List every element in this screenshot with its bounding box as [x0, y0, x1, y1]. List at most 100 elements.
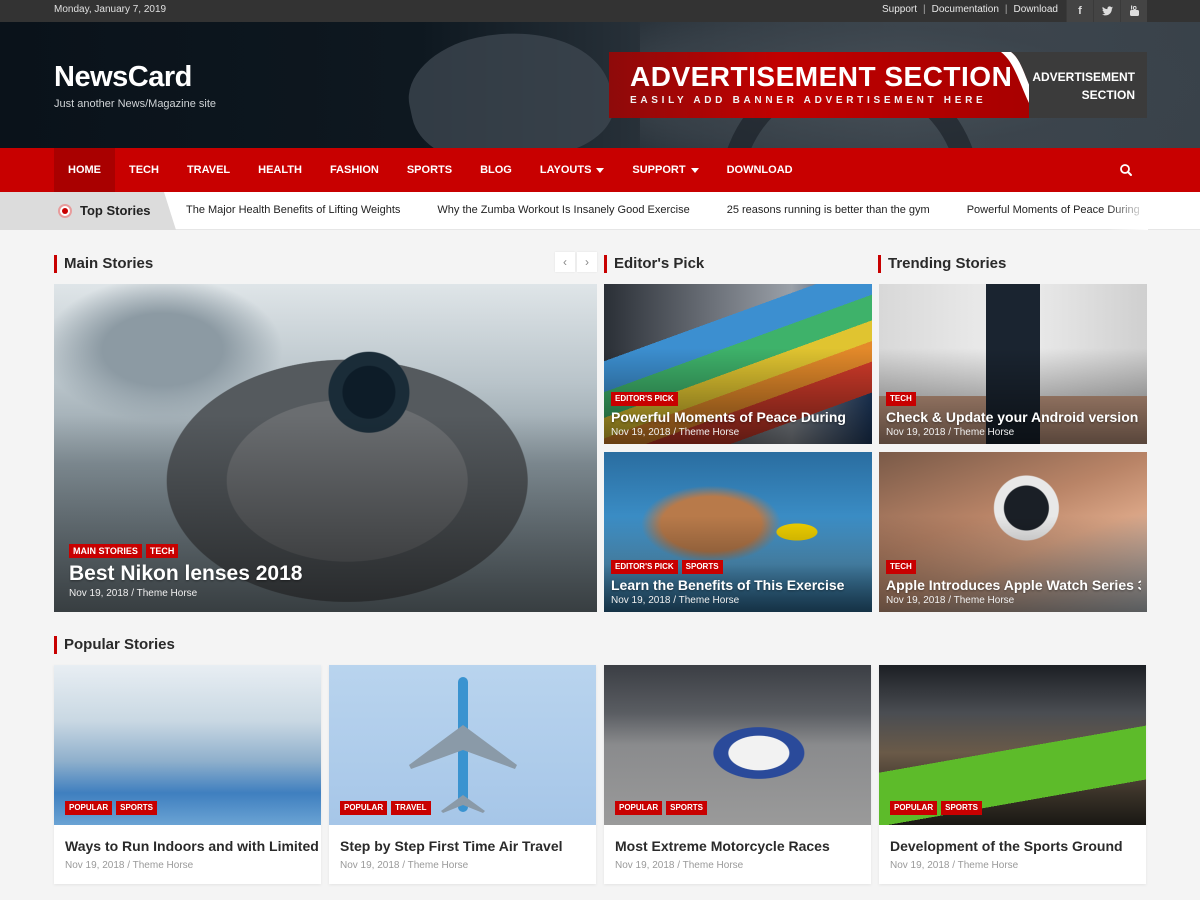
editors-pick-card[interactable]: EDITOR'S PICK SPORTS Learn the Benefits …: [604, 452, 872, 612]
caret-down-icon: [690, 167, 699, 173]
story-title[interactable]: Most Extreme Motorcycle Races: [615, 838, 830, 854]
trending-card[interactable]: TECH Apple Introduces Apple Watch Series…: [879, 452, 1147, 612]
category-tag[interactable]: POPULAR: [615, 801, 663, 815]
nav-item-layouts[interactable]: LAYOUTS: [526, 148, 619, 192]
slider-controls: ‹ ›: [555, 252, 597, 272]
slider-prev-button[interactable]: ‹: [555, 252, 575, 272]
facebook-icon[interactable]: f: [1066, 0, 1093, 22]
story-meta: Nov 19, 2018 / Theme Horse: [615, 860, 744, 871]
top-bar: Monday, January 7, 2019 Support | Docume…: [0, 0, 1200, 22]
category-tag[interactable]: TRAVEL: [391, 801, 431, 815]
caret-down-icon: [596, 167, 605, 173]
top-link-support[interactable]: Support: [882, 4, 917, 15]
nav-label: LAYOUTS: [539, 164, 592, 176]
editors-pick-card[interactable]: EDITOR'S PICK Powerful Moments of Peace …: [604, 284, 872, 444]
popular-story-card[interactable]: POPULAR SPORTS Ways to Run Indoors and w…: [54, 665, 321, 884]
tag-list: POPULAR TRAVEL: [340, 801, 431, 815]
ad-side-line: SECTION: [1081, 88, 1135, 102]
popular-story-card[interactable]: POPULAR SPORTS Most Extreme Motorcycle R…: [604, 665, 871, 884]
trending-card[interactable]: TECH Check & Update your Android version…: [879, 284, 1147, 444]
tag-list: MAIN STORIES TECH: [69, 544, 591, 558]
category-tag[interactable]: SPORTS: [666, 801, 708, 815]
story-meta: Nov 19, 2018 / Theme Horse: [886, 427, 1015, 438]
section-heading-editors-pick: Editor's Pick: [604, 255, 704, 273]
main-story-card[interactable]: MAIN STORIES TECH Best Nikon lenses 2018…: [54, 284, 597, 612]
nav-label: TECH: [129, 164, 159, 176]
story-title[interactable]: Step by Step First Time Air Travel: [340, 838, 563, 854]
nav-label: SUPPORT: [632, 164, 686, 176]
nav-item-health[interactable]: HEALTH: [244, 148, 316, 192]
advertisement-banner[interactable]: ADVERTISEMENT SECTION EASILY ADD BANNER …: [609, 52, 1147, 118]
story-title[interactable]: Learn the Benefits of This Exercise: [611, 577, 866, 594]
ad-side-panel: ADVERTISEMENT SECTION: [1029, 52, 1147, 118]
category-tag[interactable]: EDITOR'S PICK: [611, 560, 678, 574]
search-icon[interactable]: [1118, 162, 1134, 178]
current-date: Monday, January 7, 2019: [54, 4, 167, 15]
story-title[interactable]: Development of the Sports Ground: [890, 838, 1123, 854]
site-title[interactable]: NewsCard: [54, 61, 216, 94]
story-meta: Nov 19, 2018 / Theme Horse: [69, 588, 198, 599]
nav-item-support[interactable]: SUPPORT: [618, 148, 712, 192]
ad-swoosh-decoration: [999, 52, 1029, 103]
category-tag[interactable]: TECH: [886, 560, 916, 574]
slider-next-button[interactable]: ›: [577, 252, 597, 272]
story-meta: Nov 19, 2018 / Theme Horse: [611, 427, 740, 438]
category-tag[interactable]: TECH: [145, 544, 179, 558]
twitter-icon[interactable]: [1093, 0, 1120, 22]
nav-item-fashion[interactable]: FASHION: [316, 148, 393, 192]
category-tag[interactable]: SPORTS: [941, 801, 983, 815]
nav-label: FASHION: [329, 164, 379, 176]
story-title[interactable]: Best Nikon lenses 2018: [69, 561, 591, 587]
category-tag[interactable]: EDITOR'S PICK: [611, 392, 678, 406]
story-title[interactable]: Ways to Run Indoors and with Limited: [65, 838, 319, 854]
category-tag[interactable]: POPULAR: [890, 801, 938, 815]
category-tag[interactable]: MAIN STORIES: [69, 544, 142, 558]
ticker-item[interactable]: 25 reasons running is better than the gy…: [727, 204, 930, 216]
nav-item-sports[interactable]: SPORTS: [393, 148, 466, 192]
story-caption: TECH Apple Introduces Apple Watch Series…: [886, 560, 1141, 606]
nav-item-blog[interactable]: BLOG: [466, 148, 526, 192]
story-title[interactable]: Check & Update your Android version: [886, 409, 1141, 426]
section-heading-popular: Popular Stories: [54, 636, 175, 654]
popular-story-card[interactable]: POPULAR SPORTS Development of the Sports…: [879, 665, 1146, 884]
category-tag[interactable]: POPULAR: [65, 801, 113, 815]
section-heading-trending: Trending Stories: [878, 255, 1006, 273]
nav-item-travel[interactable]: TRAVEL: [173, 148, 244, 192]
story-caption: EDITOR'S PICK SPORTS Learn the Benefits …: [611, 560, 866, 606]
category-tag[interactable]: POPULAR: [340, 801, 388, 815]
tag-list: EDITOR'S PICK: [611, 392, 866, 406]
tag-list: TECH: [886, 560, 1141, 574]
nav-item-tech[interactable]: TECH: [115, 148, 173, 192]
popular-story-card[interactable]: POPULAR TRAVEL Step by Step First Time A…: [329, 665, 596, 884]
nav-item-home[interactable]: HOME: [54, 148, 115, 192]
main-navigation: HOME TECH TRAVEL HEALTH FASHION SPORTS B…: [0, 148, 1200, 192]
top-link-documentation[interactable]: Documentation: [932, 4, 999, 15]
story-caption: MAIN STORIES TECH Best Nikon lenses 2018…: [69, 544, 591, 599]
story-meta: Nov 19, 2018 / Theme Horse: [340, 860, 469, 871]
ad-subline: EASILY ADD BANNER ADVERTISEMENT HERE: [630, 95, 987, 106]
divider: |: [1004, 4, 1008, 15]
category-tag[interactable]: SPORTS: [116, 801, 158, 815]
nav-item-download[interactable]: DOWNLOAD: [713, 148, 807, 192]
site-branding: NewsCard Just another News/Magazine site: [54, 61, 216, 110]
nav-label: HOME: [68, 164, 101, 176]
section-heading-main-stories: Main Stories: [54, 255, 153, 273]
story-meta: Nov 19, 2018 / Theme Horse: [886, 595, 1015, 606]
news-ticker: Top Stories The Major Health Benefits of…: [0, 192, 1200, 230]
nav-label: BLOG: [480, 164, 512, 176]
category-tag[interactable]: TECH: [886, 392, 916, 406]
nav-label: TRAVEL: [186, 164, 231, 176]
tag-list: POPULAR SPORTS: [890, 801, 983, 815]
ticker-item[interactable]: The Major Health Benefits of Lifting Wei…: [186, 204, 400, 216]
top-link-download[interactable]: Download: [1014, 4, 1058, 15]
ad-main-panel: ADVERTISEMENT SECTION EASILY ADD BANNER …: [609, 52, 1029, 118]
story-meta: Nov 19, 2018 / Theme Horse: [890, 860, 1019, 871]
youtube-icon[interactable]: [1120, 0, 1147, 22]
ticker-label: Top Stories: [0, 192, 176, 230]
category-tag[interactable]: SPORTS: [681, 560, 723, 574]
ticker-item[interactable]: Why the Zumba Workout Is Insanely Good E…: [437, 204, 689, 216]
story-title[interactable]: Apple Introduces Apple Watch Series 3: [886, 577, 1141, 594]
tag-list: EDITOR'S PICK SPORTS: [611, 560, 866, 574]
ad-headline: ADVERTISEMENT SECTION: [630, 61, 1013, 92]
story-title[interactable]: Powerful Moments of Peace During: [611, 409, 866, 426]
